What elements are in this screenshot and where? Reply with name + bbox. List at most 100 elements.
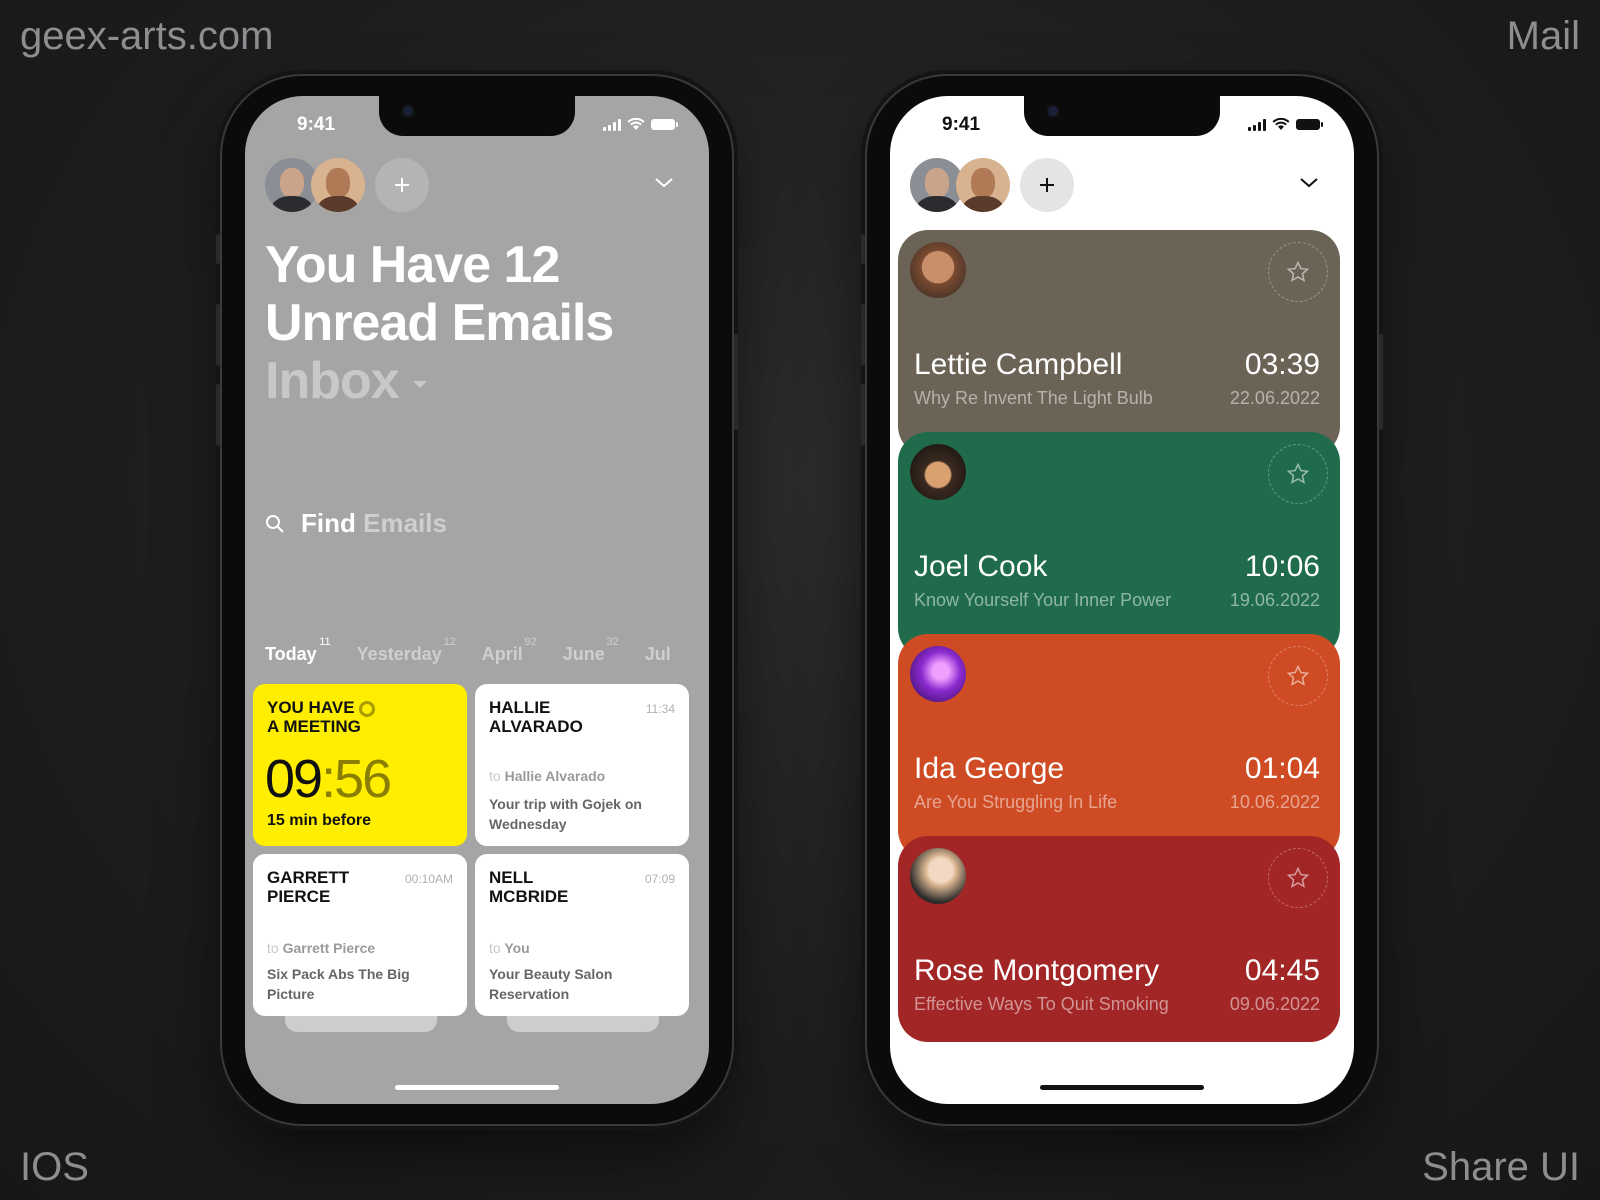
star-icon	[1286, 462, 1310, 484]
search-field[interactable]: Find Emails	[265, 508, 447, 539]
status-time: 9:41	[942, 114, 981, 135]
battery-icon	[1296, 119, 1323, 130]
tab-label: Today	[265, 644, 317, 664]
email-time: 01:04	[1244, 752, 1320, 785]
sender-avatar	[910, 444, 966, 500]
caret-down-icon	[412, 380, 427, 388]
add-account-button[interactable]	[375, 158, 429, 212]
recipient-name: Garrett Pierce	[282, 940, 376, 956]
card-recipient: to You	[489, 940, 530, 956]
card-time: 11:34	[645, 702, 675, 716]
unread-headline: You Have 12 Unread Emails Inbox	[265, 236, 614, 410]
tab-june[interactable]: June 32	[562, 636, 619, 665]
account-switcher	[910, 158, 1074, 212]
tab-today[interactable]: Today 11	[265, 636, 331, 665]
star-icon	[1286, 260, 1310, 282]
inbox-screen: 9:41 You Have 12 Unread Emails Inbox Fin…	[245, 96, 709, 1104]
sender-name: Rose Montgomery	[914, 954, 1160, 987]
watermark-share: Share UI	[1422, 1145, 1580, 1189]
star-button[interactable]	[1268, 848, 1328, 908]
recipient-prefix: to	[489, 768, 501, 784]
wifi-icon	[1272, 118, 1290, 130]
watermark-site: geex-arts.com	[20, 14, 274, 58]
tab-july[interactable]: Jul	[645, 644, 685, 665]
tab-yesterday[interactable]: Yesterday 12	[356, 636, 456, 665]
date-tabs: Today 11 Yesterday 12 April 92 June 32 Jul	[265, 636, 685, 665]
sender-line1: NELL	[489, 868, 534, 887]
meeting-minute: :56	[321, 749, 392, 809]
star-button[interactable]	[1268, 242, 1328, 302]
watermark-title: Mail	[1506, 14, 1580, 58]
watermark-platform: IOS	[20, 1145, 89, 1189]
meeting-card[interactable]: YOU HAVE A MEETING 09:56 15 min before	[253, 684, 467, 846]
star-icon	[1286, 664, 1310, 686]
email-row[interactable]: Rose Montgomery 04:45 Effective Ways To …	[898, 836, 1340, 1042]
meeting-clock: 09:56	[265, 748, 392, 810]
camera	[403, 106, 413, 116]
chevron-down-icon[interactable]	[653, 171, 675, 193]
volume-up-button	[861, 304, 865, 366]
recipient-prefix: to	[267, 940, 279, 956]
notch	[379, 96, 575, 136]
sender-line1: GARRETT	[267, 868, 350, 887]
status-icons	[603, 118, 678, 131]
home-indicator[interactable]	[395, 1085, 559, 1090]
meeting-hour: 09	[265, 749, 323, 809]
tab-label: Jul	[644, 644, 671, 664]
email-card[interactable]: HALLIE ALVARADO 11:34 to Hallie Alvarado …	[475, 684, 689, 846]
account-switcher	[265, 158, 429, 212]
account-avatar[interactable]	[311, 158, 365, 212]
headline-line-2: Unread Emails	[265, 294, 614, 352]
star-button[interactable]	[1268, 444, 1328, 504]
sender-avatar	[910, 646, 966, 702]
email-card[interactable]: GARRETT PIERCE 00:10AM to Garrett Pierce …	[253, 854, 467, 1016]
search-placeholder-word1: Find	[301, 508, 356, 538]
email-card[interactable]: NELL MCBRIDE 07:09 to You Your Beauty Sal…	[475, 854, 689, 1016]
star-button[interactable]	[1268, 646, 1328, 706]
mute-switch	[216, 234, 220, 264]
email-row[interactable]: Joel Cook 10:06 Know Yourself Your Inner…	[898, 432, 1340, 658]
tab-count: 32	[606, 636, 619, 648]
folder-selector[interactable]: Inbox	[265, 352, 613, 410]
email-time: 03:39	[1244, 348, 1320, 381]
search-placeholder-word2: Emails	[363, 508, 447, 538]
sender-avatar	[910, 848, 966, 904]
camera	[1048, 106, 1058, 116]
email-date: 09.06.2022	[1229, 994, 1320, 1014]
sender-line2: PIERCE	[267, 887, 331, 906]
sender-line1: HALLIE	[489, 698, 551, 717]
phone-inbox-overview: 9:41 You Have 12 Unread Emails Inbox Fin…	[216, 74, 738, 1126]
chevron-down-icon[interactable]	[1298, 171, 1320, 193]
sender-line2: MCBRIDE	[489, 887, 569, 906]
phone-mail-list: 9:41 Lettie Campbell 03:39 Why Re Invent…	[861, 74, 1383, 1126]
account-avatar[interactable]	[956, 158, 1010, 212]
status-icons	[1248, 118, 1323, 131]
card-recipient: to Garrett Pierce	[267, 940, 375, 956]
mute-switch	[861, 234, 865, 264]
volume-down-button	[216, 384, 220, 446]
card-time: 07:09	[644, 872, 675, 886]
add-account-button[interactable]	[1020, 158, 1074, 212]
recipient-name: Hallie Alvarado	[504, 768, 606, 784]
power-button	[734, 334, 738, 430]
sender-avatar	[910, 242, 966, 298]
tab-label: June	[562, 644, 605, 664]
email-row[interactable]: Ida George 01:04 Are You Struggling In L…	[898, 634, 1340, 860]
battery-icon	[651, 119, 678, 130]
tab-count: 92	[524, 636, 537, 648]
tab-count: 12	[443, 636, 456, 648]
meeting-title-line1: YOU HAVE	[267, 698, 355, 717]
email-date: 10.06.2022	[1229, 792, 1320, 812]
email-subject: Effective Ways To Quit Smoking	[914, 994, 1169, 1014]
sender-name: Lettie Campbell	[914, 348, 1123, 381]
sender-line2: ALVARADO	[489, 717, 583, 736]
mail-list-screen: 9:41 Lettie Campbell 03:39 Why Re Invent…	[890, 96, 1354, 1104]
tab-label: Yesterday	[356, 644, 442, 664]
tab-april[interactable]: April 92	[482, 636, 537, 665]
email-row[interactable]: Lettie Campbell 03:39 Why Re Invent The …	[898, 230, 1340, 456]
card-stack-shadow	[507, 1014, 659, 1032]
home-indicator[interactable]	[1040, 1085, 1204, 1090]
email-subject: Why Re Invent The Light Bulb	[914, 388, 1153, 408]
volume-down-button	[861, 384, 865, 446]
wifi-icon	[627, 118, 645, 130]
